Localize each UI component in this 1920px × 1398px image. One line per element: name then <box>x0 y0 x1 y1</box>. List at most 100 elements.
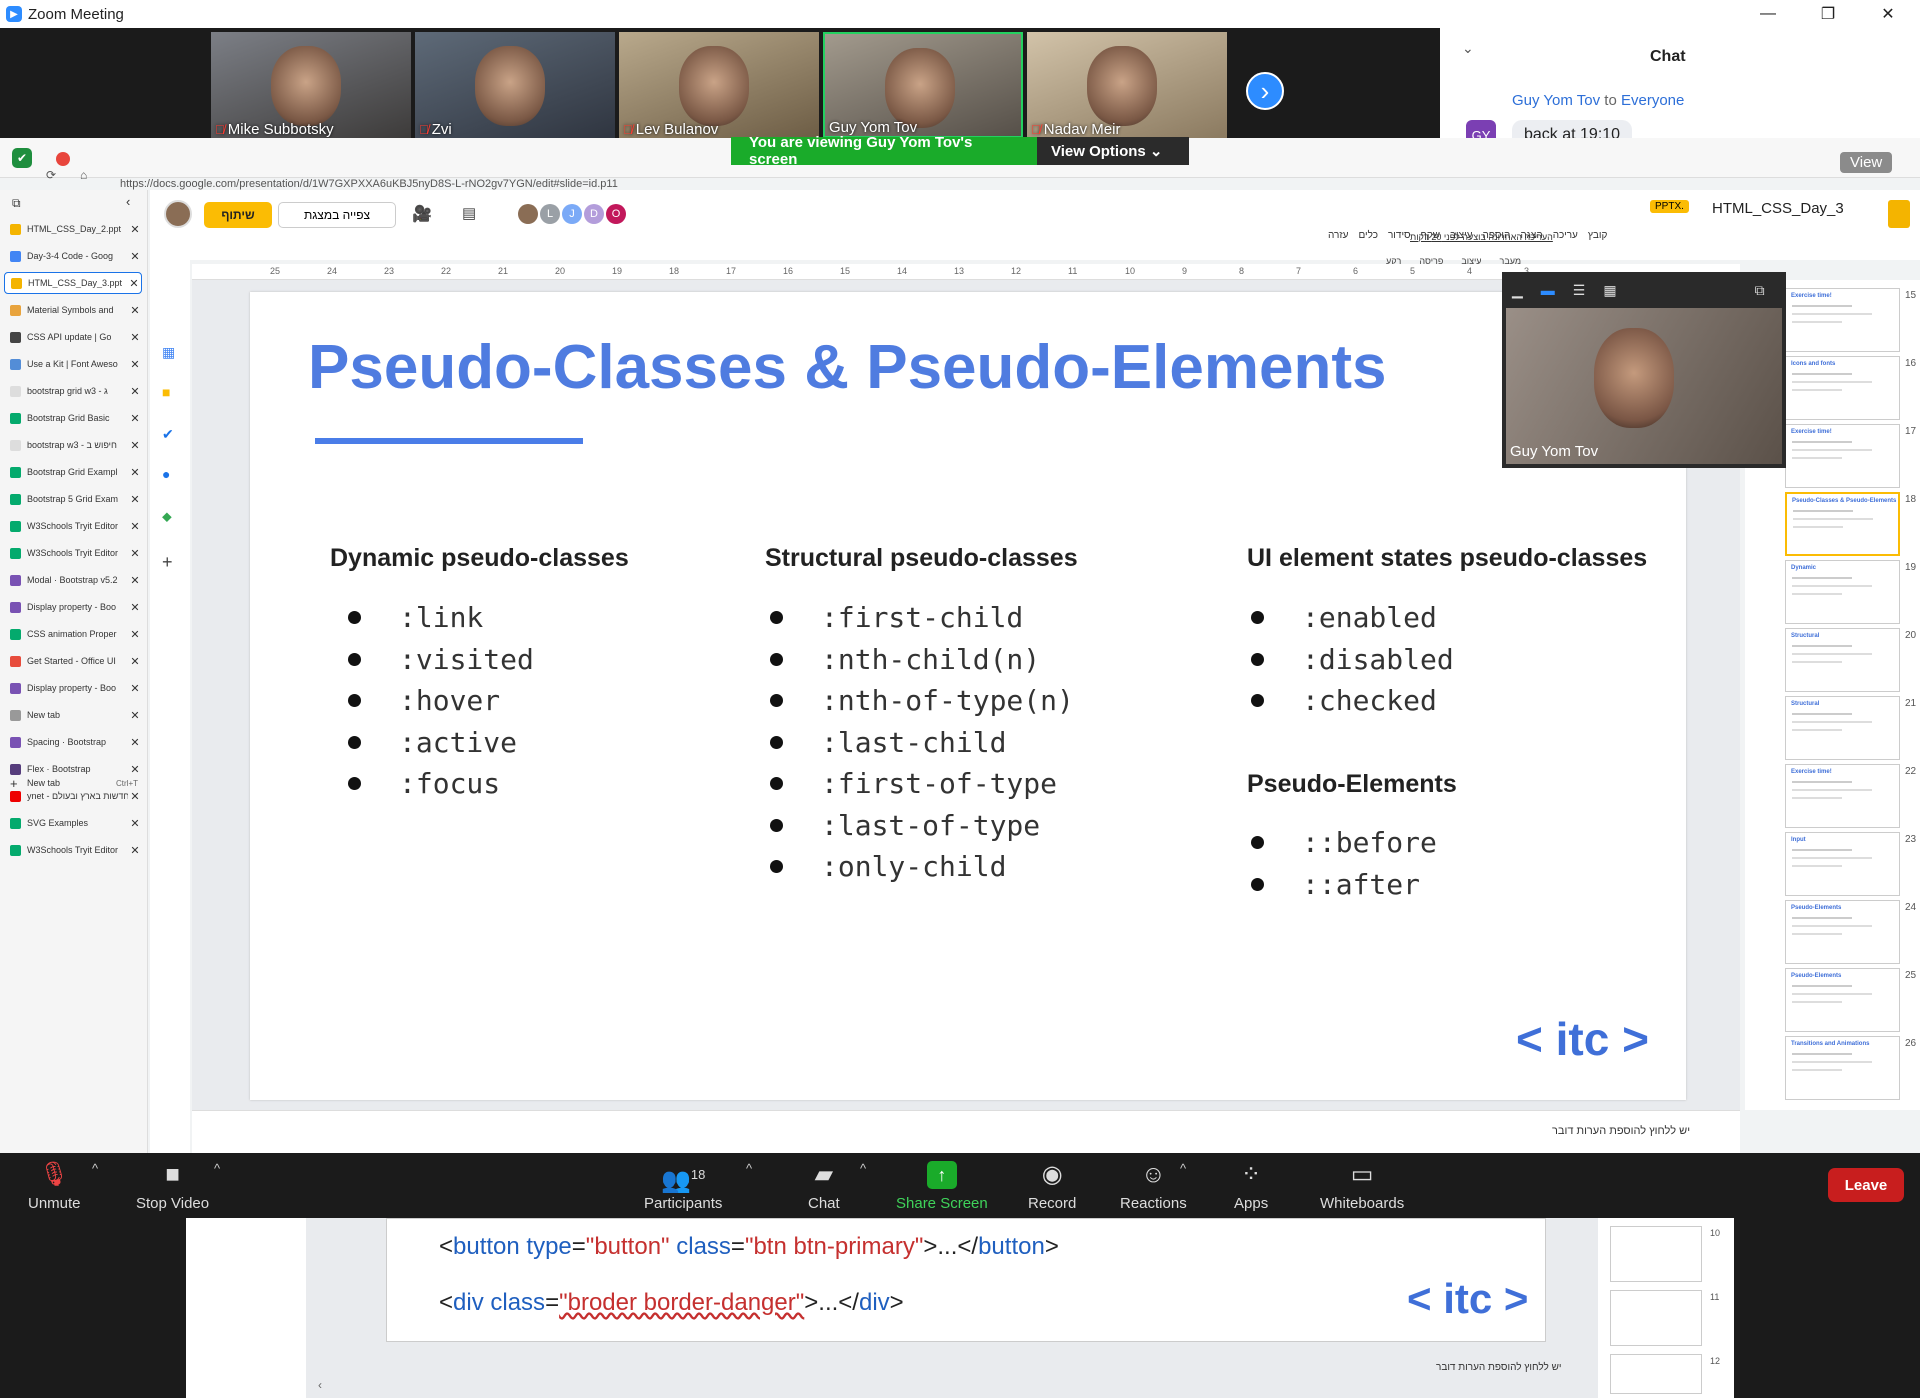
close-tab-icon[interactable]: ✕ <box>127 277 141 290</box>
close-tab-icon[interactable]: ✕ <box>128 358 142 371</box>
browser-tab[interactable]: CSS API update | Go ✕ <box>4 326 142 348</box>
slide-thumbnail[interactable]: Pseudo-Elements <box>1785 968 1900 1032</box>
chevron-left-icon[interactable]: ‹ <box>318 1378 322 1392</box>
browser-tab[interactable]: Bootstrap Grid Exampl ✕ <box>4 461 142 483</box>
close-tab-icon[interactable]: ✕ <box>128 682 142 695</box>
apps-button[interactable]: ⁘ Apps <box>1234 1161 1268 1212</box>
close-tab-icon[interactable]: ✕ <box>128 223 142 236</box>
slide-thumbnail[interactable]: Dynamic <box>1785 560 1900 624</box>
browser-tab[interactable]: New tab ✕ <box>4 704 142 726</box>
contacts-icon[interactable]: ● <box>162 466 170 482</box>
add-icon[interactable]: + <box>162 552 173 573</box>
browser-tab[interactable]: bootstrap w3 - חיפוש ב ✕ <box>4 434 142 456</box>
slide-thumbnail[interactable]: Structural <box>1785 696 1900 760</box>
close-tab-icon[interactable]: ✕ <box>128 331 142 344</box>
close-tab-icon[interactable]: ✕ <box>128 304 142 317</box>
reactions-button[interactable]: ☺ Reactions <box>1120 1161 1187 1212</box>
browser-tab[interactable]: W3Schools Tryit Editor ✕ <box>4 839 142 861</box>
avatar[interactable]: J <box>562 204 582 224</box>
close-tab-icon[interactable]: ✕ <box>128 493 142 506</box>
browser-tab[interactable]: Modal · Bootstrap v5.2 ✕ <box>4 569 142 591</box>
close-tab-icon[interactable]: ✕ <box>128 574 142 587</box>
slide-thumbnail[interactable]: Icons and fonts <box>1785 356 1900 420</box>
minimize-icon[interactable]: ▁ <box>1512 282 1523 299</box>
close-tab-icon[interactable]: ✕ <box>128 844 142 857</box>
browser-tab[interactable]: SVG Examples ✕ <box>4 812 142 834</box>
close-tab-icon[interactable]: ✕ <box>128 439 142 452</box>
stop-video-button[interactable]: ■ Stop Video <box>136 1161 209 1212</box>
browser-tab[interactable]: HTML_CSS_Day_2.ppt ✕ <box>4 218 142 240</box>
calendar-icon[interactable]: ▦ <box>162 344 175 361</box>
slide-thumbnail[interactable]: Input <box>1785 832 1900 896</box>
participant-tile[interactable]: 🎙̸ Lev Bulanov <box>619 32 819 138</box>
floating-video-panel[interactable]: ▁ ▬ ☰ ▦ ⧉ Guy Yom Tov <box>1502 272 1786 468</box>
chevron-up-icon[interactable]: ^ <box>1180 1161 1186 1176</box>
browser-tab[interactable]: W3Schools Tryit Editor ✕ <box>4 515 142 537</box>
browser-tab[interactable]: Get Started - Office UI ✕ <box>4 650 142 672</box>
browser-tab[interactable]: CSS animation Proper ✕ <box>4 623 142 645</box>
whiteboards-button[interactable]: ▭ Whiteboards <box>1320 1161 1404 1212</box>
menu-item[interactable]: עריכה <box>1553 230 1578 241</box>
participant-tile[interactable]: 🎙̸ Zvi <box>415 32 615 138</box>
share-button[interactable]: שיתוף <box>204 202 272 228</box>
slide-thumbnail[interactable] <box>1610 1354 1702 1394</box>
speaker-view-icon[interactable]: ▬ <box>1541 282 1555 298</box>
avatar[interactable]: D <box>584 204 604 224</box>
browser-tab[interactable]: Display property - Boo ✕ <box>4 677 142 699</box>
chevron-up-icon[interactable]: ^ <box>860 1161 866 1176</box>
browser-tab[interactable]: Spacing · Bootstrap ✕ <box>4 731 142 753</box>
chevron-up-icon[interactable]: ^ <box>92 1161 98 1176</box>
slide-thumbnail[interactable] <box>1610 1290 1702 1346</box>
menu-item[interactable]: כלים <box>1358 230 1378 241</box>
slide-thumbnail[interactable]: Exercise time! <box>1785 424 1900 488</box>
participant-tile-active-speaker[interactable]: Guy Yom Tov <box>823 32 1023 138</box>
close-tab-icon[interactable]: ✕ <box>128 520 142 533</box>
next-page-arrow-icon[interactable]: › <box>1246 72 1284 110</box>
chevron-down-icon[interactable]: ⌄ <box>1462 40 1474 57</box>
browser-tab[interactable]: Bootstrap 5 Grid Exam ✕ <box>4 488 142 510</box>
restore-button[interactable]: ❐ <box>1800 0 1856 28</box>
avatar[interactable]: L <box>540 204 560 224</box>
browser-tab[interactable]: W3Schools Tryit Editor ✕ <box>4 542 142 564</box>
comments-icon[interactable]: ▤ <box>462 204 476 222</box>
close-tab-icon[interactable]: ✕ <box>128 655 142 668</box>
security-shield-icon[interactable]: ✔ <box>12 148 32 168</box>
slide-thumbnail[interactable]: Pseudo-Classes & Pseudo-Elements <box>1785 492 1900 556</box>
tab-actions-icon[interactable]: ⧉ <box>12 196 21 211</box>
chevron-up-icon[interactable]: ^ <box>746 1161 752 1176</box>
record-button[interactable]: ◉ Record <box>1028 1161 1076 1212</box>
meet-icon[interactable]: 🎥 <box>412 204 432 224</box>
avatar[interactable]: O <box>606 204 626 224</box>
minimize-button[interactable]: — <box>1740 0 1796 28</box>
close-tab-icon[interactable]: ✕ <box>128 412 142 425</box>
slide-thumbnail[interactable]: Exercise time! <box>1785 764 1900 828</box>
strip-view-icon[interactable]: ☰ <box>1573 282 1586 299</box>
slide-thumbnail[interactable]: Pseudo-Elements <box>1785 900 1900 964</box>
leave-button[interactable]: Leave <box>1828 1168 1904 1202</box>
maps-icon[interactable]: ⬥ <box>162 508 172 525</box>
close-tab-icon[interactable]: ✕ <box>128 628 142 641</box>
unmute-button[interactable]: 🎙 Unmute <box>28 1161 81 1212</box>
browser-tab[interactable]: bootstrap grid w3 - ג ✕ <box>4 380 142 402</box>
exit-floating-icon[interactable]: ⧉ <box>1755 282 1765 299</box>
collapse-sidebar-icon[interactable]: ‹ <box>126 194 130 209</box>
new-tab-button[interactable]: + New tab Ctrl+T <box>4 772 142 794</box>
document-title[interactable]: HTML_CSS_Day_3 <box>1712 200 1844 217</box>
share-screen-button[interactable]: ↑ Share Screen <box>896 1161 988 1212</box>
slide-thumbnail[interactable]: Exercise time! <box>1785 288 1900 352</box>
keep-icon[interactable]: ■ <box>162 384 170 400</box>
browser-tab[interactable]: Use a Kit | Font Aweso ✕ <box>4 353 142 375</box>
close-tab-icon[interactable]: ✕ <box>128 601 142 614</box>
browser-tab[interactable]: HTML_CSS_Day_3.ppt ✕ <box>4 272 142 294</box>
menu-item[interactable]: עזרה <box>1328 230 1348 241</box>
view-options-button[interactable]: View Options ⌄ <box>1037 137 1189 165</box>
close-tab-icon[interactable]: ✕ <box>128 709 142 722</box>
slide-thumbnail[interactable]: Transitions and Animations <box>1785 1036 1900 1100</box>
close-tab-icon[interactable]: ✕ <box>128 817 142 830</box>
slide-thumbnail[interactable]: Structural <box>1785 628 1900 692</box>
browser-tab[interactable]: Day-3-4 Code - Goog ✕ <box>4 245 142 267</box>
close-tab-icon[interactable]: ✕ <box>128 250 142 263</box>
menu-item[interactable]: סידור <box>1388 230 1411 241</box>
last-edit-link[interactable]: העריכה האחרונה בוצעה לפני 20 דקות <box>1410 232 1553 242</box>
close-button[interactable]: ✕ <box>1860 0 1916 28</box>
